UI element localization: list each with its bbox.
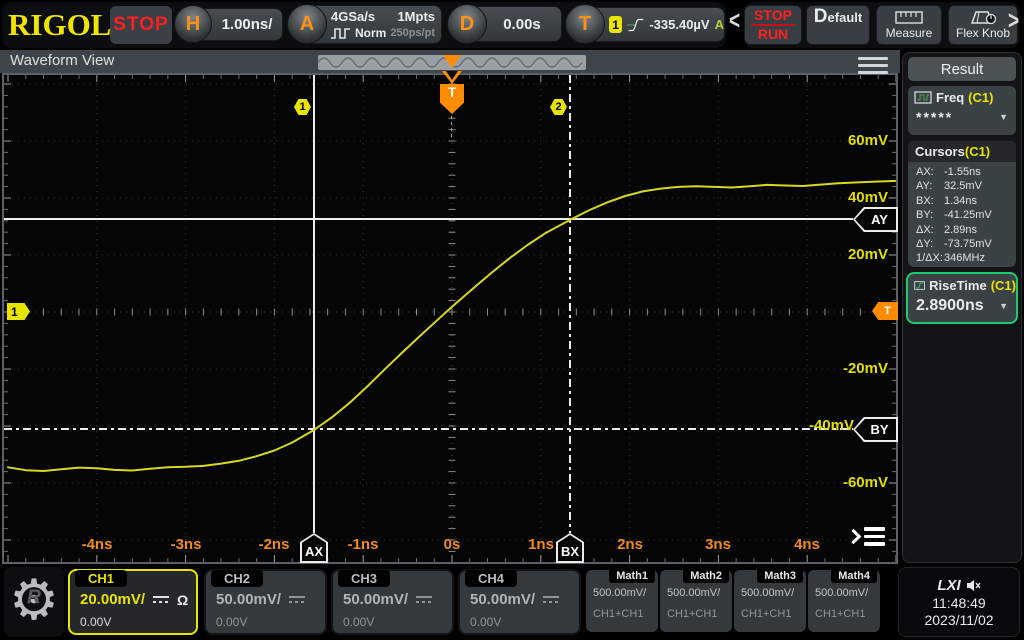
lxi-label: LXI	[937, 577, 960, 594]
overview-trigger-marker[interactable]	[443, 55, 461, 68]
ch3-scale: 50.00mV/	[343, 591, 408, 608]
ch1-tab: CH1	[75, 570, 127, 587]
freq-counter-icon	[914, 91, 932, 104]
tlabel-n3ns: -3ns	[156, 536, 216, 553]
rising-edge-icon	[627, 16, 644, 34]
tlabel-4ns: 4ns	[777, 536, 837, 553]
default-button[interactable]: Default	[806, 5, 870, 45]
vlabel-n60mv: -60mV	[820, 474, 888, 491]
system-status-box[interactable]: LXI 11:48:49 2023/11/02	[898, 567, 1020, 637]
rigol-logo: RIGOL	[8, 7, 111, 43]
trigger-stem	[451, 116, 452, 138]
cursor-row-bx: BX:1.34ns	[908, 194, 1016, 208]
tlabel-2ns: 2ns	[600, 536, 660, 553]
vlabel-40mv: 40mV	[820, 189, 888, 206]
cursor-row-ay: AY:32.5mV	[908, 179, 1016, 193]
sample-rate: 4GSa/s	[331, 9, 375, 25]
dc-coupling-icon	[543, 596, 559, 603]
measure-button[interactable]: Measure	[876, 5, 942, 45]
ch2-offset: 0.00V	[216, 615, 247, 629]
channel-card-ch4[interactable]: CH4 50.00mV/ 0.00V	[458, 569, 581, 635]
result-panel-title: Result	[908, 57, 1016, 81]
impedance-label: Ω	[177, 592, 188, 608]
ch4-tab: CH4	[465, 570, 517, 587]
cursor-row-ax: AX:-1.55ns	[908, 165, 1016, 179]
knob-icon	[968, 10, 998, 25]
dc-coupling-icon	[153, 596, 169, 603]
dc-coupling-icon	[289, 596, 305, 603]
stop-label: STOP	[754, 8, 792, 23]
menu-icon[interactable]	[858, 57, 888, 74]
vlabel-n20mv: -20mV	[820, 360, 888, 377]
risetime-value: 2.8900ns	[916, 297, 984, 315]
plot-menu-icon[interactable]	[848, 527, 885, 546]
square-wave-icon	[331, 28, 351, 39]
trigger-level: -335.40µV	[649, 17, 709, 32]
risetime-result-card[interactable]: RiseTime(C1) 2.8900ns ▼	[906, 272, 1018, 324]
vlabel-n40mv: -40mV	[786, 417, 854, 434]
risetime-icon	[914, 279, 925, 292]
ch1-waveform-trace	[4, 75, 896, 562]
ch2-tab: CH2	[211, 570, 263, 587]
cursor-row-by: BY:-41.25mV	[908, 208, 1016, 222]
cursor-row-1dx: 1/ΔX:346MHz	[908, 251, 1016, 265]
trigger-panel[interactable]: 1 -335.40µV A	[584, 7, 725, 42]
vlabel-60mv: 60mV	[820, 132, 888, 149]
delay-knob-button[interactable]: D	[447, 4, 487, 44]
freq-dropdown-icon[interactable]: ▼	[999, 112, 1008, 122]
risetime-dropdown-icon[interactable]: ▼	[999, 301, 1008, 311]
rigol-gear-logo[interactable]: ⚙ R	[4, 567, 64, 637]
tlabel-n1ns: -1ns	[333, 536, 393, 553]
channel-card-ch1[interactable]: CH1 20.00mV/ Ω 0.00V	[68, 569, 198, 635]
cursor-row-dx: ΔX:2.89ns	[908, 223, 1016, 237]
cursors-result-card[interactable]: Cursors(C1) AX:-1.55ns AY:32.5mV BX:1.34…	[908, 141, 1016, 267]
memory-depth: 1Mpts	[397, 9, 435, 25]
freq-result-card[interactable]: Freq(C1) ***** ▼	[908, 86, 1016, 135]
run-label: RUN	[758, 27, 788, 42]
trigger-source-badge: 1	[609, 16, 622, 33]
system-date: 2023/11/02	[924, 612, 993, 628]
ch1-scale: 20.00mV/	[80, 591, 145, 608]
tlabel-n2ns: -2ns	[244, 536, 304, 553]
acquire-knob-button[interactable]: A	[287, 4, 327, 44]
ch3-tab: CH3	[338, 570, 390, 587]
math-card-math3[interactable]: Math3 500.00mV/ CH1+CH1	[734, 570, 806, 632]
ch1-offset: 0.00V	[80, 615, 111, 629]
channel-card-ch2[interactable]: CH2 50.00mV/ 0.00V	[204, 569, 327, 635]
ruler-icon	[895, 11, 923, 24]
tlabel-n4ns: -4ns	[67, 536, 127, 553]
stop-run-button[interactable]: STOP RUN	[744, 5, 802, 45]
nav-next-chevron[interactable]: >	[1008, 7, 1019, 37]
nav-prev-chevron[interactable]: <	[729, 7, 740, 37]
horizontal-knob-button[interactable]: H	[174, 5, 212, 43]
ch4-scale: 50.00mV/	[470, 591, 535, 608]
freq-value: *****	[916, 109, 953, 125]
cursor-row-dy: ΔY:-73.75mV	[908, 237, 1016, 251]
waveform-view-title: Waveform View	[10, 52, 114, 69]
tlabel-0s: 0s	[422, 536, 482, 553]
sample-resolution: 250ps/pt	[390, 25, 435, 41]
trigger-knob-button[interactable]: T	[565, 4, 605, 44]
math-card-math4[interactable]: Math4 500.00mV/ CH1+CH1	[808, 570, 880, 632]
oscilloscope-screen: RIGOL STOP H 1.00ns/ A 4GSa/s 1Mpts Norm…	[0, 0, 1024, 640]
trigger-sweep-mode: A	[715, 17, 724, 32]
ch2-scale: 50.00mV/	[216, 591, 281, 608]
ch4-offset: 0.00V	[470, 615, 501, 629]
sound-muted-icon	[966, 579, 981, 592]
system-time: 11:48:49	[932, 595, 985, 611]
dc-coupling-icon	[416, 596, 432, 603]
math-card-math2[interactable]: Math2 500.00mV/ CH1+CH1	[660, 570, 732, 632]
vlabel-20mv: 20mV	[820, 246, 888, 263]
ch3-offset: 0.00V	[343, 615, 374, 629]
channel-card-ch3[interactable]: CH3 50.00mV/ 0.00V	[331, 569, 454, 635]
acquire-mode: Norm	[355, 25, 386, 41]
run-state-badge: STOP	[110, 6, 172, 44]
tlabel-3ns: 3ns	[688, 536, 748, 553]
math-card-math1[interactable]: Math1 500.00mV/ CH1+CH1	[586, 570, 658, 632]
